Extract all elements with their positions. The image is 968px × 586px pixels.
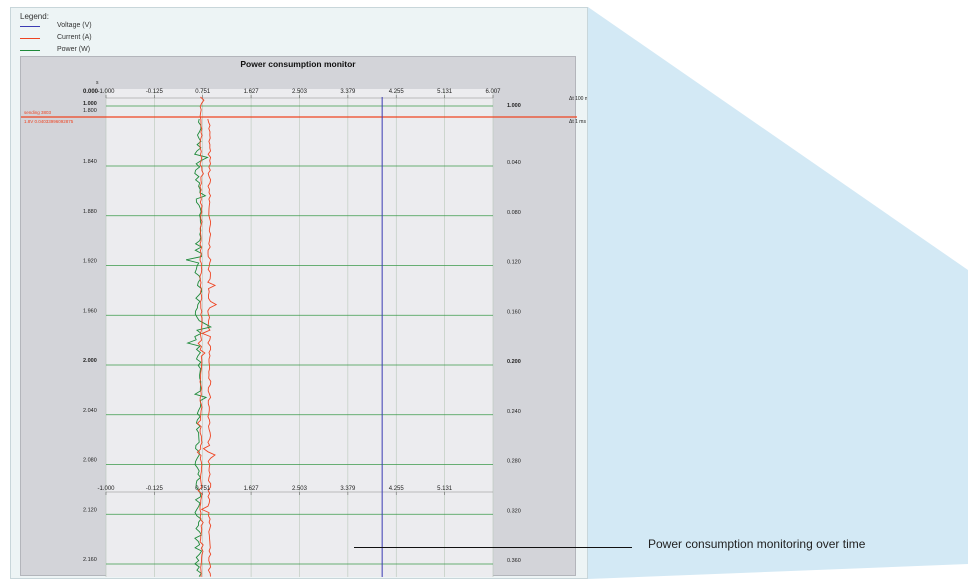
row-right-label: 0.360 (507, 558, 521, 564)
coarse-row-left-label: 1.800 (83, 108, 97, 114)
lower-x-tick-label: 1.627 (244, 486, 260, 492)
legend-line-current (20, 38, 40, 39)
lower-x-tick-label: 5.131 (437, 486, 453, 492)
series-power (185, 118, 213, 577)
coarse-row-right-label: 1.000 (507, 103, 521, 109)
row-left-label: 1.840 (83, 159, 97, 165)
lower-x-tick-label: 0.751 (195, 486, 211, 492)
top-x-tick-label: 0.751 (195, 89, 211, 95)
delta-fine-label: Δt 1 ms (569, 119, 586, 125)
row-right-label: 0.280 (507, 459, 521, 465)
top-x-tick-label: -0.125 (146, 89, 164, 95)
row-left-label: 2.040 (83, 408, 97, 414)
callout-caption: Power consumption monitoring over time (648, 537, 866, 551)
row-right-label: 0.240 (507, 409, 521, 415)
top-x-tick-label: 6.007 (485, 89, 501, 95)
legend-title: Legend: (20, 12, 49, 21)
row-left-label: 2.080 (83, 458, 97, 464)
row-right-label: 0.040 (507, 160, 521, 166)
monitor-window: Legend: Voltage (V) Current (A) Power (W… (10, 7, 588, 579)
top-x-tick-label: 1.627 (244, 89, 260, 95)
lower-x-tick-label: -1.000 (97, 486, 115, 492)
series-layer (185, 96, 383, 578)
coarse-row-left-label: 1.000 (83, 101, 97, 107)
chart-canvas: -1.000 -0.125 0.751 1.627 2.503 3.379 4.255 5.1… (21, 80, 587, 578)
delta-coarse-label: Δt 100 ms (569, 96, 588, 102)
row-right-label: 0.080 (507, 210, 521, 216)
row-left-label: 1.880 (83, 209, 97, 215)
unit-label: s (96, 80, 99, 86)
marker-label: sending 3803 (24, 110, 52, 115)
series-current (200, 118, 218, 577)
legend-line-voltage (20, 26, 40, 27)
legend-item-voltage: Voltage (V) (20, 22, 220, 32)
top-x-tick-label: 3.379 (340, 89, 356, 95)
legend-label-power: Power (W) (57, 46, 91, 53)
legend-item-current: Current (A) (20, 34, 220, 44)
legend-line-power (20, 50, 40, 51)
row-left-label: 2.160 (83, 557, 97, 563)
row-left-label: 2.120 (83, 507, 97, 513)
top-x-tick-label: -1.000 (97, 89, 115, 95)
legend-label-current: Current (A) (57, 34, 92, 41)
row-right-label: 0.200 (507, 359, 521, 365)
lower-x-tick-label: 2.503 (292, 486, 308, 492)
row-right-label: 0.320 (507, 508, 521, 514)
row-left-label: 2.000 (83, 358, 97, 364)
row-right-label: 0.160 (507, 309, 521, 315)
label-layer: -1.000 -0.125 0.751 1.627 2.503 3.379 4.255 5.1… (24, 80, 588, 564)
row-left-label: 1.920 (83, 259, 97, 265)
top-x-tick-label: 5.131 (437, 89, 453, 95)
legend-item-power: Power (W) (20, 46, 220, 56)
top-left-value: 0.000 (83, 89, 99, 95)
callout-leader-line (354, 547, 632, 548)
series-current-coarse (196, 96, 206, 578)
lower-x-tick-label: 3.379 (340, 486, 356, 492)
top-x-tick-label: 4.255 (389, 89, 405, 95)
legend: Legend: Voltage (V) Current (A) Power (W… (20, 12, 220, 60)
top-x-tick-label: 2.503 (292, 89, 308, 95)
legend-label-voltage: Voltage (V) (57, 22, 92, 29)
row-left-label: 1.960 (83, 308, 97, 314)
row-right-label: 0.120 (507, 260, 521, 266)
marker-value: 1.8V 0.04033996092875 (24, 119, 74, 124)
lower-x-tick-label: -0.125 (146, 486, 164, 492)
lower-x-tick-label: 4.255 (389, 486, 405, 492)
grid-layer (21, 89, 577, 577)
chart-panel: Power consumption monitor -1.000 -0.125 0.… (20, 56, 587, 578)
